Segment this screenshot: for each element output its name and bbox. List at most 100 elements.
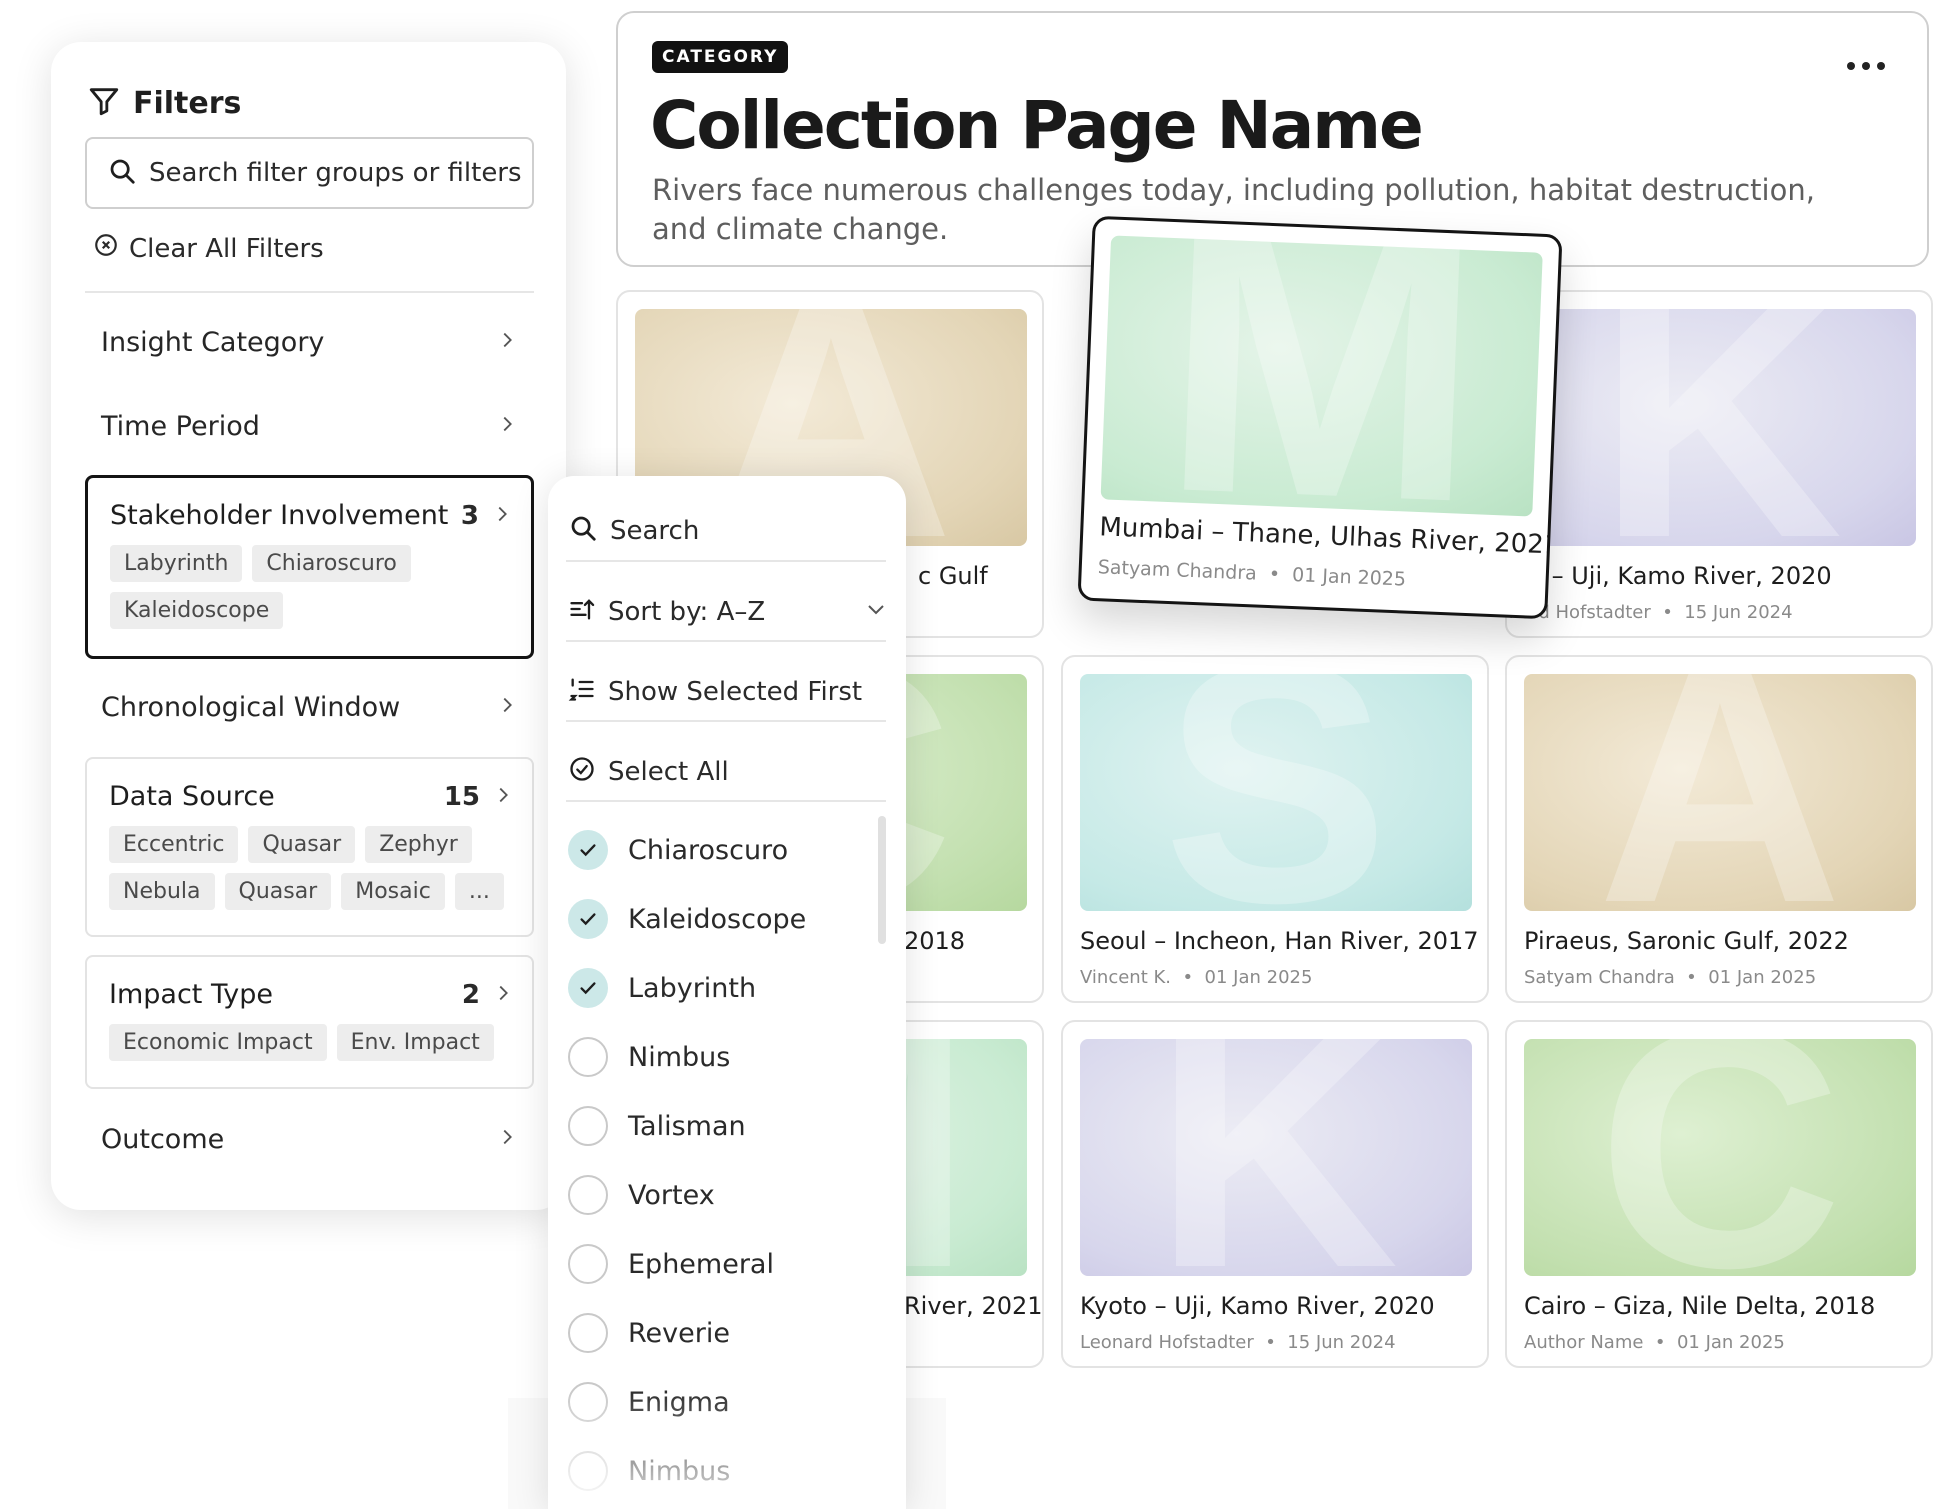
- select-all-button[interactable]: Select All: [568, 737, 888, 807]
- filter-group-label: Impact Type: [109, 979, 273, 1010]
- filter-chip[interactable]: Mosaic: [341, 873, 445, 910]
- show-selected-first-button[interactable]: Show Selected First: [568, 657, 888, 727]
- filter-group-label: Stakeholder Involvement: [110, 500, 449, 531]
- option-chiaroscuro[interactable]: Chiaroscuro: [568, 825, 868, 875]
- filter-group-label: Chronological Window: [101, 691, 401, 723]
- more-options-icon[interactable]: [1847, 55, 1891, 77]
- filter-chip[interactable]: Economic Impact: [109, 1024, 327, 1061]
- option-talisman[interactable]: Talisman: [568, 1101, 868, 1151]
- filter-chip[interactable]: Zephyr: [365, 826, 472, 863]
- sort-select[interactable]: Sort by: A–Z: [568, 577, 888, 647]
- filter-group-label: Outcome: [101, 1123, 225, 1155]
- clear-all-label: Clear All Filters: [129, 233, 324, 264]
- filter-group-label: Data Source: [109, 781, 275, 812]
- checkbox-checked[interactable]: [568, 968, 608, 1008]
- checkbox-checked[interactable]: [568, 830, 608, 870]
- option-label: Talisman: [628, 1110, 746, 1142]
- collection-card[interactable]: A Piraeus, Saronic Gulf, 2022 Satyam Cha…: [1505, 655, 1933, 1003]
- filter-options-dropdown: Search Sort by: A–Z Show Selected First …: [548, 476, 906, 1509]
- filter-group-label: Time Period: [101, 410, 260, 442]
- filter-search-input[interactable]: [149, 158, 529, 188]
- clear-all-filters-button[interactable]: Clear All Filters: [93, 232, 324, 265]
- option-label: Chiaroscuro: [628, 834, 789, 866]
- filter-chip[interactable]: Chiaroscuro: [252, 545, 411, 582]
- divider: [566, 560, 886, 562]
- option-label: Labyrinth: [628, 972, 757, 1004]
- scrollbar[interactable]: [878, 816, 886, 944]
- filter-chip[interactable]: Nebula: [109, 873, 215, 910]
- filters-panel: Filters Clear All Filters Insight Catego…: [51, 42, 566, 1210]
- option-nimbus[interactable]: Nimbus: [568, 1032, 868, 1082]
- filter-group-stakeholder-involvement[interactable]: Stakeholder Involvement 3 Labyrinth Chia…: [85, 475, 534, 659]
- checkbox-checked[interactable]: [568, 899, 608, 939]
- option-label: Nimbus: [628, 1455, 731, 1487]
- option-kaleidoscope[interactable]: Kaleidoscope: [568, 894, 868, 944]
- option-reverie[interactable]: Reverie: [568, 1308, 868, 1358]
- filter-chip[interactable]: Eccentric: [109, 826, 239, 863]
- checkbox-unchecked[interactable]: [568, 1106, 608, 1146]
- chevron-right-icon: [496, 329, 518, 355]
- sort-icon: [568, 595, 596, 630]
- chevron-right-icon: [492, 982, 514, 1008]
- divider: [85, 291, 534, 293]
- card-thumbnail: K: [1080, 1039, 1472, 1276]
- more-chips-button[interactable]: ...: [454, 873, 504, 910]
- card-thumbnail: K: [1524, 309, 1916, 546]
- checkbox-unchecked[interactable]: [568, 1037, 608, 1077]
- card-title: River, 2021: [904, 1292, 1043, 1320]
- filter-group-impact-type[interactable]: Impact Type 2 Economic Impact Env. Impac…: [85, 955, 534, 1089]
- collection-card[interactable]: C Cairo – Giza, Nile Delta, 2018 Author …: [1505, 1020, 1933, 1368]
- option-labyrinth[interactable]: Labyrinth: [568, 963, 868, 1013]
- option-label: Ephemeral: [628, 1248, 774, 1280]
- card-title: Kyoto – Uji, Kamo River, 2020: [1505, 562, 1832, 590]
- filter-group-chronological-window[interactable]: Chronological Window: [85, 672, 534, 742]
- filter-chip[interactable]: Quasar: [224, 873, 332, 910]
- chevron-down-icon: [864, 597, 888, 628]
- search-icon: [568, 513, 598, 550]
- dropdown-search[interactable]: Search: [568, 496, 888, 566]
- divider: [566, 800, 886, 802]
- checkbox-unchecked[interactable]: [568, 1313, 608, 1353]
- chevron-right-icon: [496, 413, 518, 439]
- card-title: Cairo – Giza, Nile Delta, 2018: [1524, 1292, 1876, 1320]
- select-all-label: Select All: [608, 757, 729, 787]
- checkbox-unchecked[interactable]: [568, 1382, 608, 1422]
- filter-chip[interactable]: Quasar: [248, 826, 356, 863]
- filter-chip[interactable]: Kaleidoscope: [110, 592, 284, 629]
- chevron-right-icon: [496, 1126, 518, 1152]
- filter-group-data-source[interactable]: Data Source 15 Eccentric Quasar Zephyr N…: [85, 757, 534, 937]
- filter-chip[interactable]: Env. Impact: [336, 1024, 494, 1061]
- option-ephemeral[interactable]: Ephemeral: [568, 1239, 868, 1289]
- filter-group-outcome[interactable]: Outcome: [85, 1104, 534, 1174]
- collection-card[interactable]: S Seoul – Incheon, Han River, 2017 Vince…: [1061, 655, 1489, 1003]
- checkbox-unchecked[interactable]: [568, 1244, 608, 1284]
- filters-header: Filters: [87, 84, 241, 122]
- sort-label: Sort by: A–Z: [608, 597, 766, 627]
- option-nimbus-2[interactable]: Nimbus: [568, 1446, 868, 1496]
- option-label: Enigma: [628, 1386, 730, 1418]
- card-title: Mumbai – Thane, Ulhas River, 2021: [1098, 512, 1561, 561]
- filter-group-time-period[interactable]: Time Period: [85, 391, 534, 461]
- filter-group-label: Insight Category: [101, 326, 325, 358]
- card-thumbnail: A: [1524, 674, 1916, 911]
- search-icon: [107, 156, 137, 190]
- card-thumbnail: C: [1524, 1039, 1916, 1276]
- checkbox-unchecked[interactable]: [568, 1175, 608, 1215]
- filter-group-insight-category[interactable]: Insight Category: [85, 307, 534, 377]
- dragged-collection-card[interactable]: M Mumbai – Thane, Ulhas River, 2021 Saty…: [1077, 215, 1563, 620]
- option-enigma[interactable]: Enigma: [568, 1377, 868, 1427]
- collection-card[interactable]: K Kyoto – Uji, Kamo River, 2020 Leonard …: [1505, 290, 1933, 638]
- card-title: Piraeus, Saronic Gulf, 2022: [1524, 927, 1849, 955]
- show-selected-first-label: Show Selected First: [608, 677, 863, 707]
- clear-icon: [93, 232, 119, 265]
- option-label: Nimbus: [628, 1041, 731, 1073]
- collection-card[interactable]: K Kyoto – Uji, Kamo River, 2020 Leonard …: [1061, 1020, 1489, 1368]
- filter-search-box[interactable]: [85, 137, 534, 209]
- option-label: Vortex: [628, 1179, 715, 1211]
- filter-chip[interactable]: Labyrinth: [110, 545, 243, 582]
- card-title: 2018: [904, 927, 966, 955]
- filters-title: Filters: [133, 85, 242, 121]
- card-meta: Author Name • 01 Jan 2025: [1524, 1332, 1785, 1353]
- checkbox-unchecked[interactable]: [568, 1451, 608, 1491]
- option-vortex[interactable]: Vortex: [568, 1170, 868, 1220]
